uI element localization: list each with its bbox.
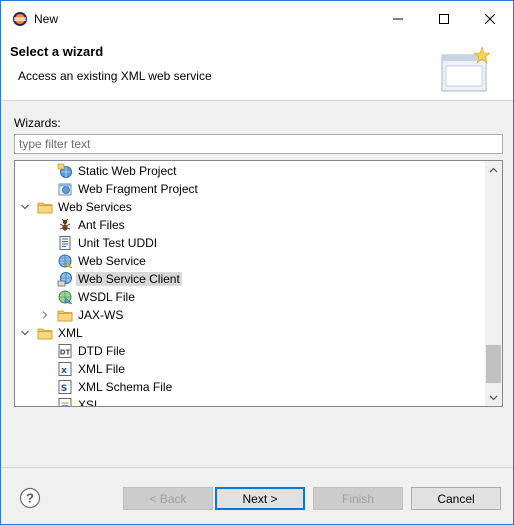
filter-input[interactable] bbox=[14, 134, 503, 154]
minimize-icon bbox=[393, 18, 403, 20]
tree-item[interactable]: Unit Test UDDI bbox=[15, 234, 485, 252]
xml-file-icon: x bbox=[57, 361, 73, 377]
tree-item[interactable]: x XML File bbox=[15, 360, 485, 378]
page-description: Access an existing XML web service bbox=[18, 69, 212, 83]
finish-button[interactable]: Finish bbox=[313, 487, 403, 510]
maximize-button[interactable] bbox=[421, 1, 467, 37]
web-service-icon bbox=[57, 253, 73, 269]
tree-item[interactable]: Web Service bbox=[15, 252, 485, 270]
window-title: New bbox=[34, 12, 59, 26]
tree-item[interactable]: DT DTD File bbox=[15, 342, 485, 360]
svg-text:DT: DT bbox=[60, 349, 71, 357]
next-button[interactable]: Next > bbox=[215, 487, 305, 510]
title-bar[interactable]: New bbox=[1, 1, 513, 37]
ant-icon bbox=[57, 217, 73, 233]
scroll-down-button[interactable] bbox=[485, 389, 502, 406]
page-title: Select a wizard bbox=[10, 44, 104, 59]
wizard-banner-icon bbox=[438, 45, 494, 97]
folder-icon bbox=[37, 325, 53, 341]
scrollbar-thumb[interactable] bbox=[486, 345, 501, 383]
scroll-up-button[interactable] bbox=[485, 161, 502, 178]
tree-item[interactable]: Web Service Client bbox=[15, 270, 485, 288]
uddi-icon bbox=[57, 235, 73, 251]
tree-item-label: JAX-WS bbox=[78, 308, 124, 322]
tree-item-label: Web Services bbox=[58, 200, 132, 214]
web-fragment-icon bbox=[57, 181, 73, 197]
tree-item-label: Web Service Client bbox=[76, 272, 182, 286]
chevron-down-icon[interactable] bbox=[19, 327, 31, 339]
tree-item[interactable]: XSL bbox=[15, 396, 485, 407]
tree-item-label: Static Web Project bbox=[78, 164, 177, 178]
tree-item[interactable]: Web Fragment Project bbox=[15, 180, 485, 198]
help-icon: ? bbox=[19, 487, 41, 509]
tree-item[interactable]: S XML Schema File bbox=[15, 378, 485, 396]
folder-icon bbox=[57, 307, 73, 323]
vertical-scrollbar[interactable] bbox=[485, 161, 502, 406]
tree-item-label: XML File bbox=[78, 362, 125, 376]
dtd-icon: DT bbox=[57, 343, 73, 359]
tree-item-label: WSDL File bbox=[78, 290, 135, 304]
svg-text:?: ? bbox=[26, 491, 34, 506]
wizard-header: Select a wizard Access an existing XML w… bbox=[1, 37, 513, 101]
tree-item[interactable]: Static Web Project bbox=[15, 162, 485, 180]
tree-item-label: XML bbox=[58, 326, 83, 340]
chevron-up-icon bbox=[489, 167, 498, 172]
tree-item[interactable]: Ant Files bbox=[15, 216, 485, 234]
tree-item-label: XSL bbox=[78, 398, 101, 407]
tree-item-label: Unit Test UDDI bbox=[78, 236, 158, 250]
eclipse-icon bbox=[12, 11, 28, 27]
tree-item-label: Web Service bbox=[78, 254, 146, 268]
close-button[interactable] bbox=[467, 1, 513, 37]
tree-item[interactable]: Web Services bbox=[15, 198, 485, 216]
tree-item-label: Web Fragment Project bbox=[78, 182, 198, 196]
footer-separator bbox=[1, 467, 513, 468]
tree-item-label: Ant Files bbox=[78, 218, 125, 232]
help-button[interactable]: ? bbox=[19, 487, 41, 509]
tree-item-label: XML Schema File bbox=[78, 380, 173, 394]
web-service-client-icon bbox=[57, 271, 73, 287]
maximize-icon bbox=[439, 14, 449, 24]
chevron-right-icon[interactable] bbox=[39, 309, 51, 321]
folder-icon bbox=[37, 199, 53, 215]
tree-item[interactable]: WSDL File bbox=[15, 288, 485, 306]
new-wizard-dialog: New Select a wizard Access an existing X… bbox=[0, 0, 514, 525]
cancel-button[interactable]: Cancel bbox=[411, 487, 501, 510]
wizards-label: Wizards: bbox=[14, 116, 61, 130]
wsdl-icon bbox=[57, 289, 73, 305]
tree-item[interactable]: XML bbox=[15, 324, 485, 342]
close-icon bbox=[485, 14, 495, 24]
back-button[interactable]: < Back bbox=[123, 487, 213, 510]
xml-schema-icon: S bbox=[57, 379, 73, 395]
chevron-down-icon[interactable] bbox=[19, 201, 31, 213]
tree-item-label: DTD File bbox=[78, 344, 126, 358]
minimize-button[interactable] bbox=[375, 1, 421, 37]
tree-item[interactable]: JAX-WS bbox=[15, 306, 485, 324]
wizard-tree[interactable]: Static Web Project Web Fragment Project We… bbox=[14, 160, 503, 407]
xsl-icon bbox=[57, 397, 73, 406]
svg-text:x: x bbox=[61, 366, 67, 376]
chevron-down-icon bbox=[489, 395, 498, 400]
svg-text:S: S bbox=[61, 384, 67, 394]
web-project-icon bbox=[57, 163, 73, 179]
